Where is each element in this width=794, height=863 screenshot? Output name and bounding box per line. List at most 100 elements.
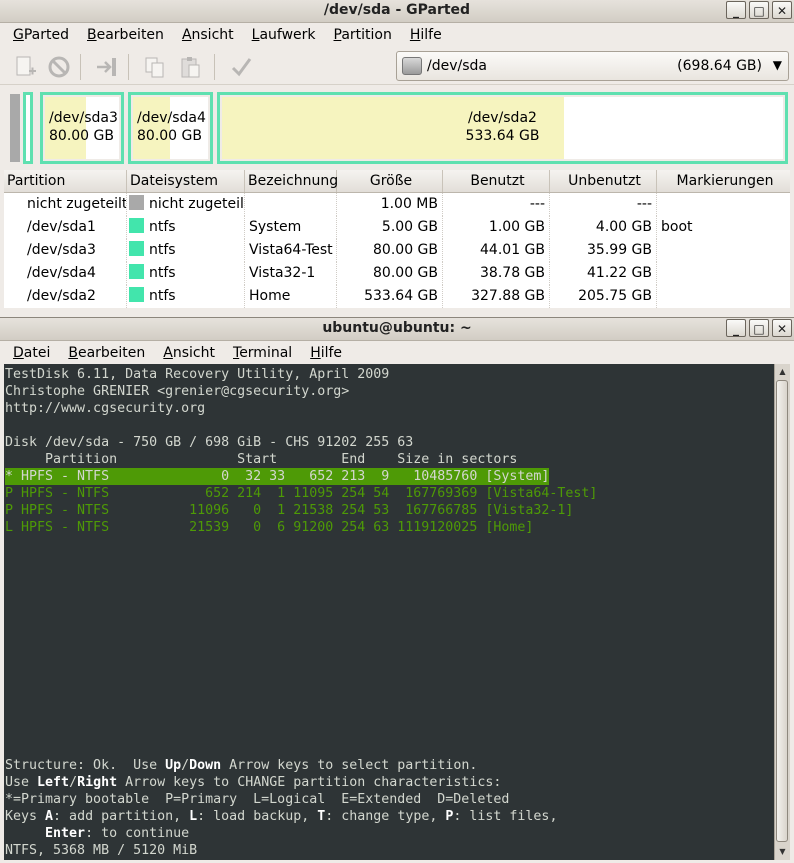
scroll-up-arrow-icon[interactable]: ▲ [776, 365, 789, 379]
column-header-partition[interactable]: Partition [4, 170, 127, 192]
apply-icon[interactable] [228, 54, 254, 80]
delete-icon[interactable] [46, 54, 72, 80]
terminal-scrollbar[interactable]: ▲ ▼ [774, 364, 790, 860]
table-row[interactable]: /dev/sda3 ntfs Vista64-Test 80.00 GB 44.… [4, 239, 790, 262]
filesystem-swatch [129, 264, 144, 279]
column-header-unused[interactable]: Unbenutzt [550, 170, 657, 192]
minimize-button[interactable]: _ [726, 319, 746, 337]
window-title: /dev/sda - GParted [323, 2, 471, 18]
filesystem-swatch [129, 218, 144, 233]
column-header-used[interactable]: Benutzt [443, 170, 550, 192]
close-button[interactable]: ✕ [772, 319, 792, 337]
cell-label: Home [245, 285, 337, 308]
close-button[interactable]: ✕ [772, 1, 792, 19]
partition-block-name: /dev/sda2 [468, 110, 537, 126]
table-row[interactable]: /dev/sda2 ntfs Home 533.64 GB 327.88 GB … [4, 285, 790, 308]
column-header-filesystem[interactable]: Dateisystem [127, 170, 245, 192]
cell-label: Vista32-1 [245, 262, 337, 285]
cell-filesystem: ntfs [127, 216, 245, 239]
menu-terminal[interactable]: Terminal [224, 341, 301, 366]
column-header-size[interactable]: Größe [337, 170, 443, 192]
menu-laufwerk[interactable]: Laufwerk [243, 23, 325, 48]
new-partition-icon[interactable] [12, 54, 38, 80]
partition-line-selected[interactable]: * HPFS - NTFS 0 32 33 652 213 9 10485760… [5, 468, 550, 485]
filesystem-swatch [129, 287, 144, 302]
device-size: (698.64 GB) [677, 58, 762, 74]
cell-size: 5.00 GB [337, 216, 443, 239]
window-title: ubuntu@ubuntu: ~ [322, 320, 472, 336]
gparted-toolbar: /dev/sda (698.64 GB) ▼ [0, 48, 794, 85]
cell-partition: /dev/sda3 [4, 239, 127, 262]
menu-ansicht[interactable]: Ansicht [173, 23, 243, 48]
cell-size: 1.00 MB [337, 193, 443, 216]
terminal-status-line: NTFS, 5368 MB / 5120 MiB [5, 843, 198, 858]
cell-filesystem: ntfs [127, 285, 245, 308]
gparted-titlebar[interactable]: /dev/sda - GParted _ □ ✕ [0, 0, 794, 23]
table-row[interactable]: nicht zugeteilt nicht zugeteilt 1.00 MB … [4, 193, 790, 216]
disk-map: /dev/sda3 80.00 GB /dev/sda4 80.00 GB /dev… [8, 92, 788, 164]
terminal-help-line: *=Primary bootable P=Primary L=Logical E… [5, 792, 510, 807]
partition-block-name: /dev/sda4 [137, 110, 206, 126]
partition-line[interactable]: P HPFS - NTFS 11096 0 1 21538 254 53 167… [5, 502, 573, 519]
partition-line[interactable]: L HPFS - NTFS 21539 0 6 91200 254 63 111… [5, 519, 533, 536]
terminal-help-line: Structure: Ok. Use Up/Down Arrow keys to… [5, 758, 478, 773]
cell-flags: boot [661, 219, 693, 235]
menu-hilfe[interactable]: Hilfe [301, 341, 351, 366]
minimize-button[interactable]: _ [726, 1, 746, 19]
terminal-output[interactable]: TestDisk 6.11, Data Recovery Utility, Ap… [4, 364, 774, 860]
cell-filesystem: ntfs [127, 262, 245, 285]
toolbar-separator [128, 54, 129, 80]
terminal-line: Partition Start End Size in sectors [5, 452, 518, 467]
menu-partition[interactable]: Partition [325, 23, 401, 48]
unallocated-block[interactable] [10, 94, 20, 162]
device-name: /dev/sda [427, 58, 487, 74]
table-row[interactable]: /dev/sda4 ntfs Vista32-1 80.00 GB 38.78 … [4, 262, 790, 285]
menu-hilfe[interactable]: Hilfe [401, 23, 451, 48]
resize-move-icon[interactable] [94, 54, 120, 80]
table-row[interactable]: /dev/sda1 ntfs System 5.00 GB 1.00 GB 4.… [4, 216, 790, 239]
paste-icon[interactable] [178, 54, 204, 80]
cell-unused: 205.75 GB [550, 285, 657, 308]
menu-datei[interactable]: Datei [4, 341, 59, 366]
partition-block-sda3[interactable]: /dev/sda3 80.00 GB [40, 92, 124, 164]
partition-block-sda1[interactable] [23, 92, 33, 164]
column-header-label[interactable]: Bezeichnung [245, 170, 338, 192]
terminal-titlebar[interactable]: ubuntu@ubuntu: ~ _ □ ✕ [0, 318, 794, 341]
cell-label [245, 193, 337, 216]
maximize-button[interactable]: □ [749, 319, 769, 337]
scrollbar-thumb[interactable] [776, 380, 788, 842]
cell-filesystem: nicht zugeteilt [127, 193, 245, 216]
partition-block-size: 533.64 GB [465, 128, 540, 144]
partition-block-sda4[interactable]: /dev/sda4 80.00 GB [128, 92, 213, 164]
cell-size: 533.64 GB [337, 285, 443, 308]
cell-partition: /dev/sda1 [4, 216, 127, 239]
terminal-line: Christophe GRENIER <grenier@cgsecurity.o… [5, 384, 350, 399]
menu-ansicht[interactable]: Ansicht [154, 341, 224, 366]
cell-used: 38.78 GB [443, 262, 550, 285]
partition-block-sda2[interactable]: /dev/sda2 533.64 GB [217, 92, 788, 164]
partition-block-size: 80.00 GB [49, 128, 114, 144]
cell-unused: 35.99 GB [550, 239, 657, 262]
cell-partition: /dev/sda4 [4, 262, 127, 285]
copy-icon[interactable] [142, 54, 168, 80]
column-header-flags[interactable]: Markierungen [657, 170, 790, 192]
cell-partition: /dev/sda2 [4, 285, 127, 308]
cell-size: 80.00 GB [337, 239, 443, 262]
device-selector[interactable]: /dev/sda (698.64 GB) ▼ [396, 51, 789, 81]
menu-gparted[interactable]: GParted [4, 23, 78, 48]
maximize-button[interactable]: □ [749, 1, 769, 19]
menu-bearbeiten[interactable]: Bearbeiten [78, 23, 173, 48]
cell-partition: nicht zugeteilt [4, 193, 127, 216]
partition-line[interactable]: P HPFS - NTFS 652 214 1 11095 254 54 167… [5, 485, 597, 502]
menu-bearbeiten[interactable]: Bearbeiten [59, 341, 154, 366]
terminal-line: TestDisk 6.11, Data Recovery Utility, Ap… [5, 367, 390, 382]
harddisk-icon [402, 57, 422, 75]
cell-label: System [245, 216, 337, 239]
filesystem-swatch [129, 195, 144, 210]
cell-flags [657, 262, 790, 285]
cell-label: Vista64-Test [245, 239, 337, 262]
toolbar-separator [80, 54, 81, 80]
scroll-down-arrow-icon[interactable]: ▼ [776, 845, 789, 859]
cell-filesystem: ntfs [127, 239, 245, 262]
terminal-help-line: Enter: to continue [45, 826, 190, 841]
